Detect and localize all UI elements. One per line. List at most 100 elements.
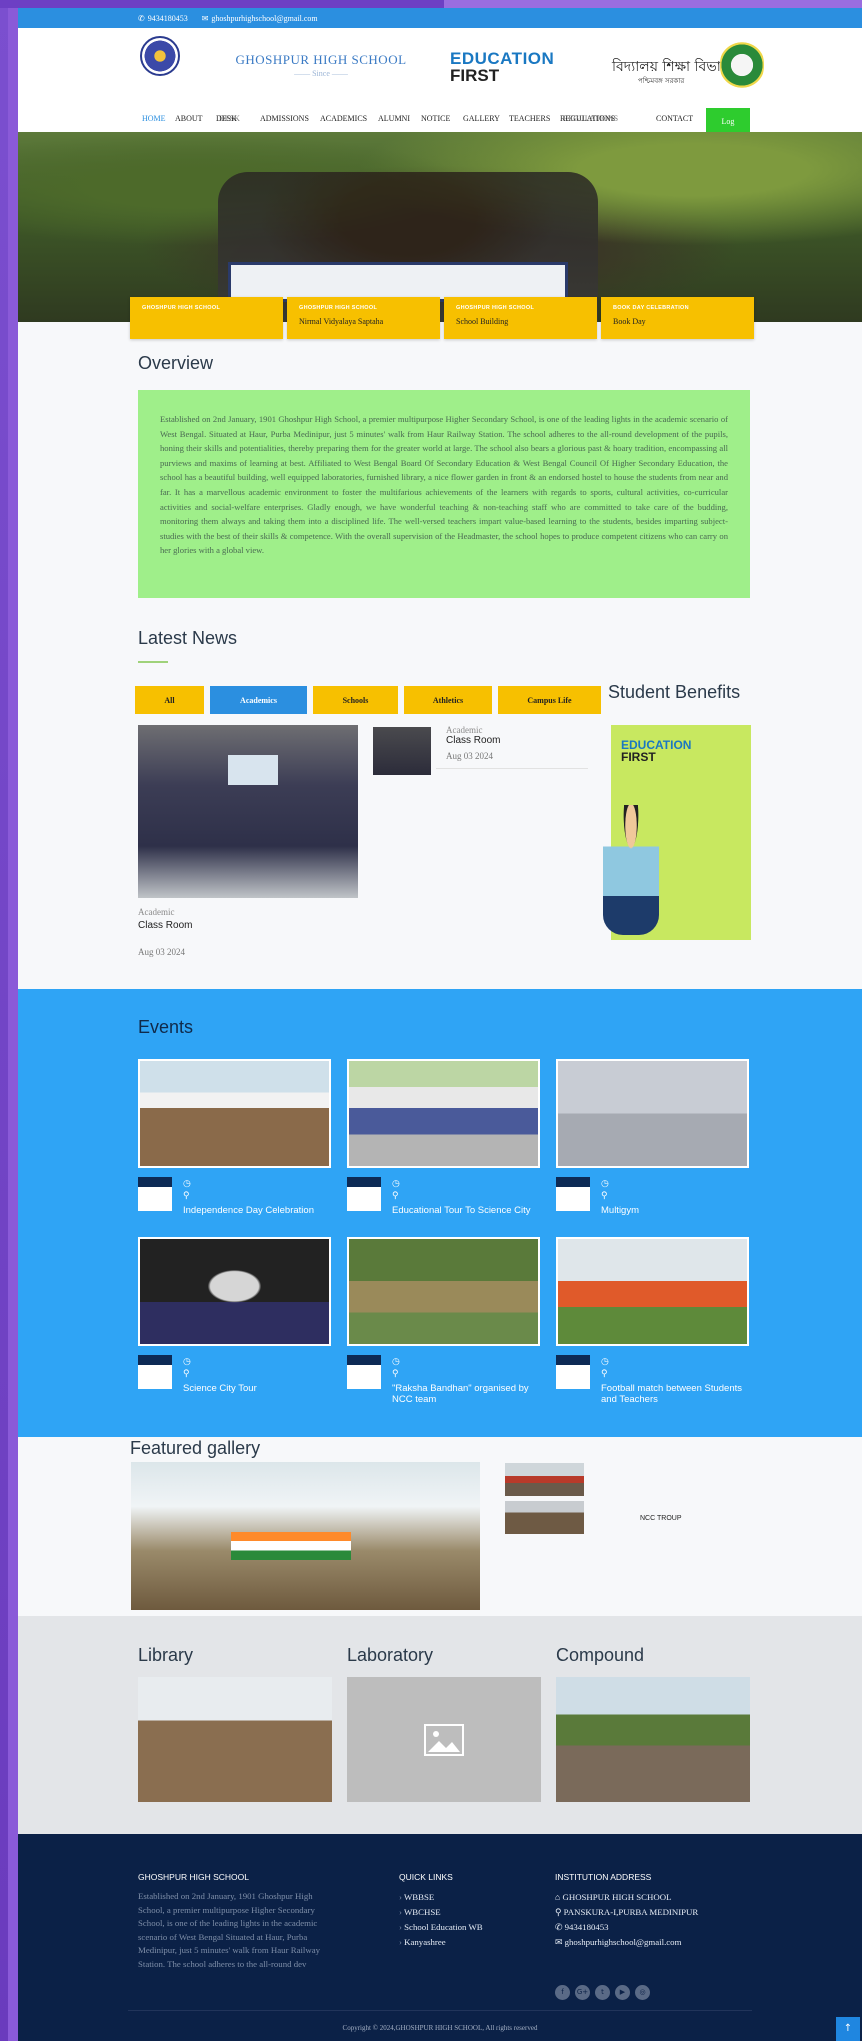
address-email[interactable]: ✉ ghoshpurhighschool@gmail.com (555, 1937, 681, 1948)
gallery-caption: NCC TROUP (640, 1515, 682, 1522)
footer-link-label: Kanyashree (404, 1937, 446, 1947)
site-header: GHOSHPUR HIGH SCHOOL —— Since —— EDUCATI… (18, 28, 862, 102)
top-contact-bar: ✆ 9434180453 ✉ ghoshpurhighschool@gmail.co… (18, 8, 862, 28)
youtube-icon[interactable]: ▶ (615, 1985, 630, 2000)
footer-link[interactable]: › WBCHSE (399, 1907, 441, 1917)
instagram-icon[interactable]: ◎ (635, 1985, 650, 2000)
hero-banner (228, 262, 568, 302)
footer-link[interactable]: › WBBSE (399, 1892, 434, 1902)
slide-title: Nirmal Vidyalaya Saptaha (299, 317, 384, 326)
events-heading: Events (138, 1017, 194, 1037)
tab-campus-life[interactable]: Campus Life (498, 686, 601, 714)
event-card[interactable]: ◷ ⚲ Educational Tour To Science City (347, 1059, 540, 1216)
address-phone[interactable]: ✆ 9434180453 (555, 1922, 609, 1933)
footer-link[interactable]: › Kanyashree (399, 1937, 446, 1947)
footer-link[interactable]: › School Education WB (399, 1922, 483, 1932)
chevron-right-icon: › (399, 1937, 402, 1947)
wb-emblem-logo (720, 36, 764, 94)
page: ✆ 9434180453 ✉ ghoshpurhighschool@gmail.co… (18, 8, 862, 2041)
arrow-up-icon[interactable]: ↑ (836, 2017, 860, 2041)
slide-card[interactable]: GHOSHPUR HIGH SCHOOL (130, 297, 283, 339)
laboratory-image-placeholder[interactable] (347, 1677, 541, 1802)
library-heading: Library (138, 1645, 194, 1665)
slide-card[interactable]: GHOSHPUR HIGH SCHOOL School Building (444, 297, 597, 339)
nav-gallery[interactable]: GALLERY (463, 114, 500, 123)
overview-heading: Overview (138, 353, 214, 373)
news-image[interactable] (138, 725, 358, 898)
event-title: Multigym (601, 1205, 640, 1216)
school-name: GHOSHPUR HIGH SCHOOL (235, 52, 407, 67)
location-icon: ⚲ (555, 1907, 562, 1917)
event-image[interactable] (347, 1059, 540, 1168)
phone-contact[interactable]: ✆ 9434180453 (138, 14, 188, 23)
twitter-icon[interactable]: t (595, 1985, 610, 2000)
news-title[interactable]: Class Room (446, 735, 500, 746)
compound-image[interactable] (556, 1677, 750, 1802)
nav-contact[interactable]: CONTACT (656, 114, 693, 123)
nav-regulations-overlap: REGULATIONS (563, 114, 619, 123)
image-placeholder-icon (424, 1723, 464, 1756)
nav-about[interactable]: ABOUT (175, 114, 203, 123)
featured-gallery-heading: Featured gallery (130, 1438, 261, 1458)
event-image[interactable] (556, 1059, 749, 1168)
google-plus-icon[interactable]: G+ (575, 1985, 590, 2000)
gallery-thumb[interactable] (505, 1463, 584, 1496)
tab-athletics[interactable]: Athletics (404, 686, 492, 714)
library-image[interactable] (138, 1677, 332, 1802)
left-border-inner (8, 0, 18, 2041)
location-icon: ⚲ (601, 1368, 608, 1378)
clock-icon: ◷ (183, 1356, 191, 1366)
event-meta: ◷ ⚲ (601, 1177, 609, 1201)
news-thumb[interactable] (373, 727, 431, 775)
tab-all[interactable]: All (135, 686, 204, 714)
slide-card[interactable]: BOOK DAY CELEBRATION Book Day (601, 297, 754, 339)
nav-alumni[interactable]: ALUMNI (378, 114, 410, 123)
gallery-main-image[interactable] (131, 1462, 480, 1610)
clock-icon: ◷ (601, 1178, 609, 1188)
address-place: ⚲ PANSKURA-I,PURBA MEDINIPUR (555, 1907, 699, 1917)
slide-kicker: GHOSHPUR HIGH SCHOOL (456, 305, 535, 311)
address-school: ⌂ GHOSHPUR HIGH SCHOOL (555, 1892, 672, 1902)
email-contact[interactable]: ✉ ghoshpurhighschool@gmail.com (202, 14, 318, 23)
event-card[interactable]: ◷ ⚲ Multigym (556, 1059, 749, 1216)
slide-kicker: GHOSHPUR HIGH SCHOOL (142, 305, 221, 311)
overview-text: Established on 2nd January, 1901 Ghoshpu… (138, 390, 750, 598)
school-logo[interactable] (140, 36, 180, 76)
event-date-box (347, 1355, 381, 1389)
event-date-box (347, 1177, 381, 1211)
tab-academics[interactable]: Academics (210, 686, 307, 714)
nav-academics[interactable]: ACADEMICS (320, 114, 367, 123)
browser-frame: ✆ 9434180453 ✉ ghoshpurhighschool@gmail.co… (0, 0, 862, 2041)
event-title: Science City Tour (183, 1383, 257, 1394)
nav-home[interactable]: HOME (142, 114, 166, 123)
event-card[interactable]: ◷ ⚲ Football match between Students and T… (556, 1237, 749, 1405)
event-card[interactable]: ◷ ⚲ Independence Day Celebration (138, 1059, 331, 1216)
news-tabs: All Academics Schools Athletics Campus L… (135, 686, 607, 714)
top-border-right (444, 0, 862, 8)
facebook-icon[interactable]: f (555, 1985, 570, 2000)
projector-screen (228, 755, 278, 785)
news-title[interactable]: Class Room (138, 920, 192, 931)
slide-kicker: BOOK DAY CELEBRATION (613, 305, 689, 311)
nav-notice[interactable]: NOTICE (421, 114, 450, 123)
event-card[interactable]: ◷ ⚲ "Raksha Bandhan" organised by NCC tea… (347, 1237, 540, 1405)
footer-about-heading: GHOSHPUR HIGH SCHOOL (138, 1872, 249, 1882)
event-title: Independence Day Celebration (183, 1205, 314, 1216)
slide-card[interactable]: GHOSHPUR HIGH SCHOOL Nirmal Vidyalaya Sap… (287, 297, 440, 339)
gallery-thumb[interactable] (505, 1501, 584, 1534)
event-image[interactable] (138, 1059, 331, 1168)
event-image[interactable] (347, 1237, 540, 1346)
mail-icon: ✉ (201, 13, 209, 23)
chevron-right-icon: › (399, 1892, 402, 1902)
nav-teachers[interactable]: TEACHERS (509, 114, 550, 123)
event-card[interactable]: ◷ ⚲ Science City Tour (138, 1237, 331, 1394)
student-benefits-poster[interactable]: EDUCATION FIRST (603, 725, 751, 940)
footer-links-heading: QUICK LINKS (399, 1872, 453, 1882)
nav-admissions[interactable]: ADMISSIONS (260, 114, 309, 123)
event-image[interactable] (138, 1237, 331, 1346)
event-image[interactable] (556, 1237, 749, 1346)
event-meta: ◷ ⚲ (183, 1355, 191, 1379)
tab-schools[interactable]: Schools (313, 686, 398, 714)
slide-title: Book Day (613, 317, 646, 326)
event-title: Educational Tour To Science City (392, 1205, 531, 1216)
